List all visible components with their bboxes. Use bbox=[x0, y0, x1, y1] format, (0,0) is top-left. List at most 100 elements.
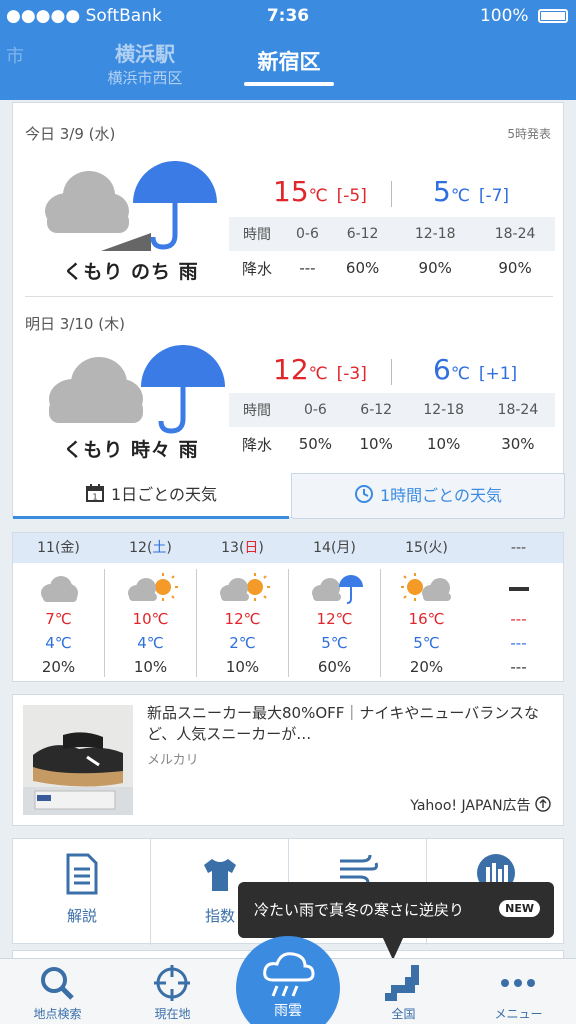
weekly-day-label: 13(日) bbox=[221, 540, 264, 556]
battery-percent: 100% bbox=[479, 6, 529, 26]
tomorrow-rain-table: 時間 0-6 6-12 12-18 18-24 降水 50% 10% 10% 3… bbox=[229, 393, 555, 461]
rain-value: 90% bbox=[418, 259, 452, 277]
tomorrow-date: 明日 3/10 (木) bbox=[25, 315, 125, 333]
issued-time: 5時発表 bbox=[507, 127, 551, 141]
location-sub: 横浜市西区 bbox=[107, 69, 183, 87]
header-bar: ●●●●● SoftBank 7:36 100% 市 横浜駅 横浜市西区 新宿区 bbox=[0, 0, 576, 100]
today-weather-label: くもり のち 雨 bbox=[63, 261, 199, 283]
weekly-low: 5℃ bbox=[413, 634, 440, 652]
nav-nationwide-label: 全国 bbox=[391, 1007, 416, 1021]
cloud-icon bbox=[41, 576, 78, 602]
rain-header-18-24: 18-24 bbox=[475, 217, 555, 251]
sun-cloud-icon bbox=[401, 573, 451, 601]
weekly-day: --- --- --- --- bbox=[473, 533, 564, 679]
today-high-temp: 15℃ [-5] bbox=[273, 175, 367, 208]
nav-menu-label: メニュー bbox=[494, 1007, 543, 1021]
rain-label: 降水 bbox=[241, 259, 272, 278]
weekly-high: 12℃ bbox=[224, 610, 261, 628]
weekly-day-label: --- bbox=[510, 540, 527, 556]
nav-search[interactable]: 地点検索 bbox=[0, 959, 115, 1024]
location-tab-yokohama[interactable]: 横浜駅 横浜市西区 bbox=[95, 38, 195, 88]
battery-icon bbox=[538, 9, 568, 23]
rain-cloud-icon bbox=[263, 952, 315, 997]
ad-card[interactable]: 新品スニーカー最大80%OFF｜ナイキやニューバランスなど、人気スニーカーが… … bbox=[12, 694, 564, 826]
weekly-low: 5℃ bbox=[321, 634, 348, 652]
rain-value: 30% bbox=[501, 435, 535, 453]
location-tab-current[interactable]: 新宿区 bbox=[244, 46, 334, 76]
info-icon[interactable] bbox=[535, 796, 551, 812]
today-date: 今日 3/9 (水) bbox=[25, 125, 116, 143]
weekly-forecast[interactable]: 11(金) 7℃ 4℃ 20% 12(土) 10℃ 4℃ 10% 13(日) 1… bbox=[12, 532, 564, 682]
rain-header-18-24: 18-24 bbox=[480, 393, 555, 427]
rain-value: 10% bbox=[427, 435, 461, 453]
weekly-rain: 60% bbox=[317, 658, 352, 676]
weekly-rain: --- bbox=[510, 658, 527, 676]
weekly-high: --- bbox=[510, 610, 527, 628]
weekly-day: 12(土) 10℃ 4℃ 10% bbox=[105, 533, 196, 679]
new-badge: NEW bbox=[499, 900, 540, 917]
rain-header-0-6: 0-6 bbox=[285, 393, 346, 427]
weekly-day-label: 12(土) bbox=[129, 540, 172, 556]
tool-explanation[interactable]: 解説 bbox=[13, 839, 151, 945]
weekly-day-label: 11(金) bbox=[37, 540, 80, 556]
status-bar: ●●●●● SoftBank 7:36 100% bbox=[0, 6, 576, 28]
location-tab-prev[interactable]: 市 bbox=[0, 42, 30, 68]
rain-value: 50% bbox=[298, 435, 333, 453]
weekly-day: 15(火) 16℃ 5℃ 20% bbox=[381, 533, 472, 679]
document-icon bbox=[66, 853, 98, 895]
tab-hourly-label: 1時間ごとの天気 bbox=[379, 486, 503, 505]
battery-status: 100% bbox=[480, 6, 568, 26]
rain-header-12-18: 12-18 bbox=[395, 217, 476, 251]
nav-menu[interactable]: メニュー bbox=[461, 959, 576, 1024]
search-icon bbox=[41, 967, 74, 1000]
calendar-icon: 1 bbox=[85, 484, 104, 502]
japan-map-icon bbox=[385, 965, 419, 1001]
ad-source: メルカリ bbox=[147, 753, 199, 768]
temp-divider bbox=[391, 359, 392, 385]
weekly-day-label: 14(月) bbox=[313, 540, 356, 556]
crosshair-icon bbox=[154, 965, 190, 1001]
weekly-rain: 20% bbox=[409, 658, 444, 676]
today-low-temp: 5℃ [-7] bbox=[433, 175, 510, 208]
tshirt-icon bbox=[204, 859, 236, 891]
cloud-sun-icon bbox=[128, 573, 178, 601]
ad-image bbox=[23, 705, 133, 815]
ad-sponsor: Yahoo! JAPAN広告 bbox=[410, 795, 551, 815]
nav-nationwide[interactable]: 全国 bbox=[346, 959, 461, 1024]
rain-header-6-12: 6-12 bbox=[329, 217, 396, 251]
more-icon bbox=[501, 979, 535, 987]
tomorrow-weather-label: くもり 時々 雨 bbox=[63, 439, 199, 461]
rain-header-6-12: 6-12 bbox=[345, 393, 407, 427]
news-tooltip[interactable]: 冷たい雨で真冬の寒さに逆戻り NEW bbox=[238, 882, 554, 938]
ad-sponsor-label: Yahoo! JAPAN広告 bbox=[410, 798, 531, 814]
tool-explanation-label: 解説 bbox=[66, 907, 97, 925]
weekly-day-label: 15(火) bbox=[405, 540, 448, 556]
cloud-sometimes-rain-icon bbox=[49, 345, 225, 434]
tomorrow-low-temp: 6℃ [+1] bbox=[433, 353, 518, 386]
today-rain-table: 時間 0-6 6-12 12-18 18-24 降水 --- 60% 90% 9… bbox=[229, 217, 555, 285]
day-divider bbox=[25, 296, 553, 297]
nav-current-location[interactable]: 現在地 bbox=[115, 959, 230, 1024]
weekly-day: 11(金) 7℃ 4℃ 20% bbox=[13, 533, 104, 679]
tab-daily-label: 1日ごとの天気 bbox=[110, 485, 218, 504]
ad-title: 新品スニーカー最大80%OFF｜ナイキやニューバランスなど、人気スニーカーが… bbox=[147, 704, 539, 743]
tab-daily-weather[interactable]: 1 1日ごとの天気 bbox=[13, 473, 289, 519]
rain-value: 60% bbox=[345, 259, 380, 277]
weekly-high: 10℃ bbox=[132, 610, 169, 628]
today-temps: 15℃ [-5] 5℃ [-7] bbox=[229, 175, 555, 215]
clock-icon bbox=[354, 485, 373, 503]
tooltip-message: 冷たい雨で真冬の寒さに逆戻り bbox=[254, 901, 465, 919]
dash-icon bbox=[509, 587, 529, 591]
weekly-rain: 10% bbox=[225, 658, 260, 676]
cloud-umbrella-icon bbox=[312, 575, 363, 604]
svg-text:1: 1 bbox=[92, 493, 97, 502]
rain-value: --- bbox=[299, 259, 316, 277]
rain-value: 10% bbox=[359, 435, 393, 453]
forecast-tabs: 1 1日ごとの天気 1時間ごとの天気 bbox=[13, 473, 565, 519]
cloud-then-rain-icon bbox=[45, 161, 217, 251]
tomorrow-temps: 12℃ [-3] 6℃ [+1] bbox=[229, 353, 555, 393]
rain-value: 90% bbox=[498, 259, 532, 277]
rain-label: 降水 bbox=[241, 435, 272, 454]
tab-hourly-weather[interactable]: 1時間ごとの天気 bbox=[291, 473, 565, 519]
nav-current-location-label: 現在地 bbox=[154, 1007, 191, 1021]
